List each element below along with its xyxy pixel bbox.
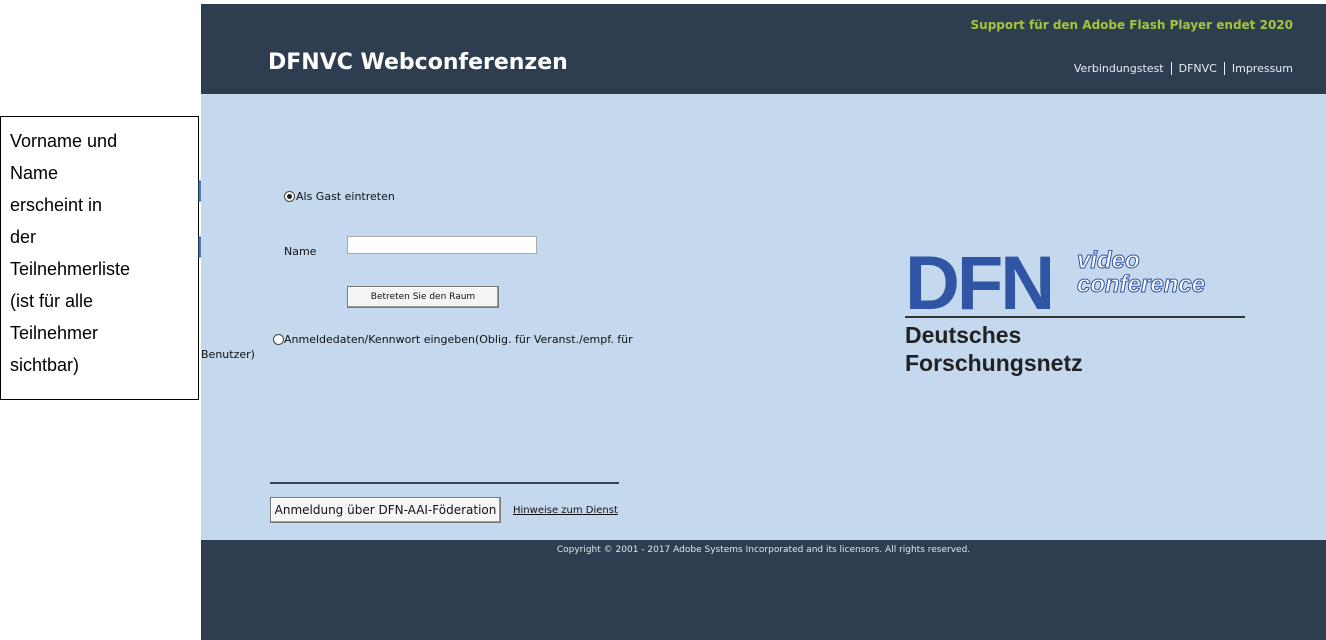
page-title: DFNVC Webconferenzen [268,50,568,75]
logo-divider [905,316,1245,318]
callout-line: Vorname und [10,131,118,151]
link-dfnvc[interactable]: DFNVC [1179,62,1217,75]
link-separator [1223,62,1225,75]
logo-org-line1: Deutsches [905,322,1022,348]
callout-line: der [10,227,37,247]
support-notice: Support für den Adobe Flash Player endet… [970,18,1293,32]
enter-room-button[interactable]: Betreten Sie den Raum [347,286,499,308]
guest-option-label[interactable]: Als Gast eintreten [296,190,395,203]
callout-line: (ist für alle [10,291,94,311]
login-panel: Als Gast eintreten Name Betreten Sie den… [201,94,1326,540]
service-hints-link[interactable]: Hinweise zum Dienst [513,505,618,516]
name-label: Name [284,245,317,258]
guest-radio[interactable] [284,191,295,202]
link-impressum[interactable]: Impressum [1232,62,1293,75]
conference-login-page: Support für den Adobe Flash Player endet… [201,0,1326,640]
callout-line: Name [10,163,59,183]
logo-mark: DFN [905,241,1055,326]
link-verbindungstest[interactable]: Verbindungstest [1074,62,1164,75]
credentials-option-label-cont: Benutzer) [201,348,255,361]
annotation-callout: Vorname und Name erscheint in der Teilne… [0,116,199,400]
aai-login-button[interactable]: Anmeldung über DFN-AAI-Föderation [270,497,501,523]
page-header: Support für den Adobe Flash Player endet… [201,0,1326,94]
logo-org-line2: Forschungsnetz [905,350,1083,376]
header-links: Verbindungstest DFNVC Impressum [1074,62,1293,75]
callout-line: Teilnehmerliste [10,259,131,279]
section-divider [270,482,619,484]
dfn-logo: DFN video conference Deutsches Forschung… [905,246,1245,390]
credentials-option-label[interactable]: Anmeldedaten/Kennwort eingeben(Oblig. fü… [284,333,633,346]
copyright-text: Copyright © 2001 - 2017 Adobe Systems In… [556,545,971,555]
callout-line: Teilnehmer [10,323,99,343]
logo-word-conference: conference [1076,271,1206,298]
link-separator [1170,62,1172,75]
callout-line: sichtbar) [10,355,80,375]
callout-line: erscheint in [10,195,103,215]
credentials-radio[interactable] [273,334,284,345]
page-footer: Copyright © 2001 - 2017 Adobe Systems In… [201,540,1326,640]
name-input[interactable] [347,236,537,254]
